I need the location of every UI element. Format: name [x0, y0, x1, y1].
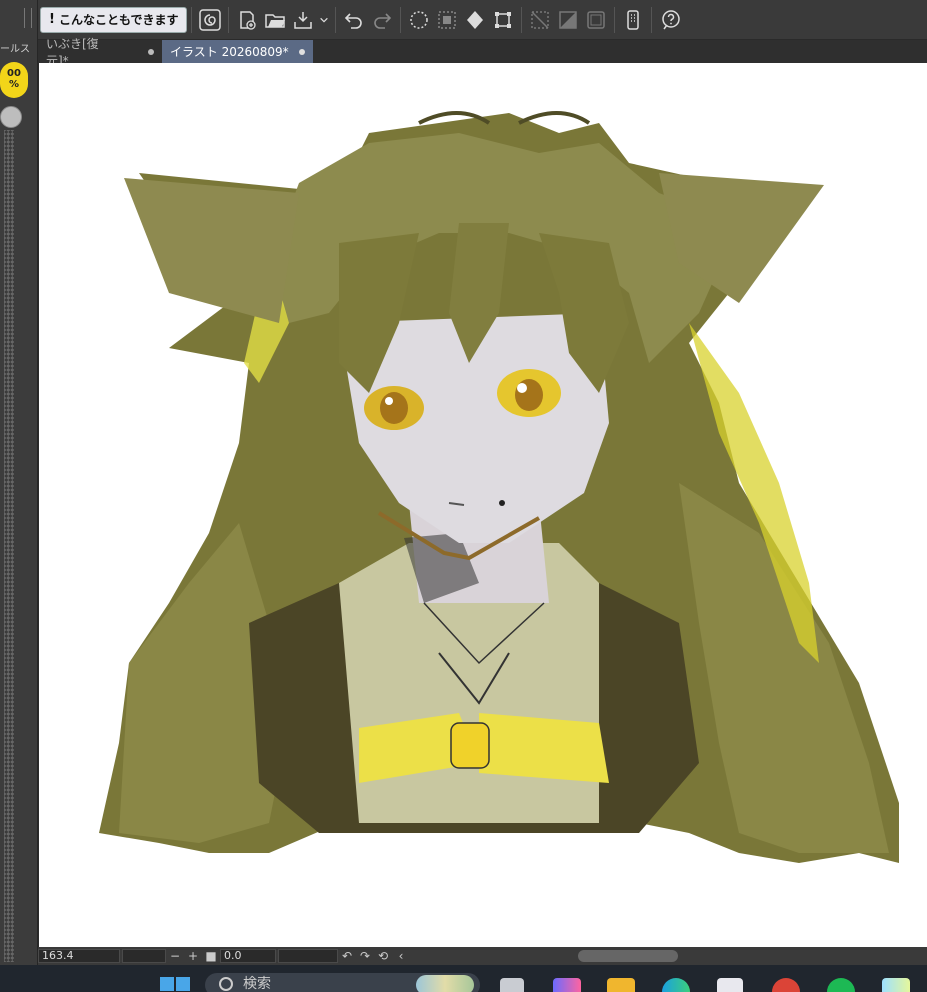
tab-illust-20260809[interactable]: イラスト 20260809* [162, 40, 313, 63]
selection-invert-icon[interactable] [433, 6, 461, 34]
transform-icon[interactable] [489, 6, 517, 34]
chrome-icon[interactable] [772, 978, 800, 992]
copilot-icon[interactable] [553, 978, 581, 992]
feature-hint-button[interactable]: ! こんなこともできます [40, 6, 188, 33]
character-illustration [99, 111, 899, 863]
zoom-out-button[interactable]: − [166, 949, 184, 963]
task-view-icon[interactable] [500, 978, 524, 992]
redo-icon[interactable] [368, 6, 396, 34]
rotation-slider[interactable] [278, 949, 338, 963]
spiral-logo-icon[interactable] [196, 6, 224, 34]
drawing-canvas[interactable] [39, 63, 927, 947]
rotation-angle-field[interactable]: 0.0 [220, 949, 276, 963]
save-icon[interactable] [289, 6, 317, 34]
fill-icon[interactable] [461, 6, 489, 34]
toolbar-divider [521, 6, 523, 33]
brush-size-value: 00 [7, 68, 21, 79]
fit-button[interactable]: ■ [202, 949, 220, 963]
exclamation-icon: ! [49, 12, 55, 27]
hide-selection-icon[interactable] [526, 6, 554, 34]
new-file-icon[interactable] [233, 6, 261, 34]
command-bar: ! こんなこともできます [38, 0, 927, 40]
tool-property-panel: ールス 00 % [0, 0, 38, 965]
tab-label: イラスト 20260809* [170, 45, 289, 59]
search-highlight-image [416, 975, 474, 992]
smartphone-icon[interactable] [619, 6, 647, 34]
brush-size-unit: % [8, 79, 20, 90]
selection-edge-icon[interactable] [554, 6, 582, 34]
horizontal-scrollbar[interactable] [578, 950, 678, 962]
opacity-slider-knob[interactable] [0, 106, 22, 128]
windows-start-icon[interactable] [160, 977, 190, 992]
tab-close-icon[interactable] [298, 48, 305, 55]
reset-rotation-button[interactable]: ⟲ [374, 949, 392, 963]
file-explorer-icon[interactable] [607, 978, 635, 992]
rotate-right-button[interactable]: ↷ [356, 949, 374, 963]
panel-grip-handle[interactable] [24, 8, 32, 28]
canvas-status-bar: 163.4 − + ■ 0.0 ↶ ↷ ⟲ ‹ [38, 947, 927, 965]
toolbar-divider [228, 6, 230, 33]
toolbar-divider [651, 6, 653, 33]
brush-size-indicator[interactable]: 00 % [0, 62, 28, 98]
help-icon[interactable] [656, 6, 684, 34]
undo-icon[interactable] [340, 6, 368, 34]
store-icon[interactable] [717, 978, 743, 992]
ruler-edit-icon[interactable] [582, 6, 610, 34]
chevron-down-icon[interactable] [317, 6, 331, 34]
panel-title: ールス [0, 44, 30, 55]
tab-ibuki[interactable]: いぶき[復元]* [38, 37, 162, 68]
spotify-icon[interactable] [827, 978, 855, 992]
zoom-slider[interactable] [122, 949, 166, 963]
feature-hint-label: こんなこともできます [58, 13, 179, 27]
zoom-value-field[interactable]: 163.4 [38, 949, 120, 963]
document-tab-bar: いぶき[復元]* イラスト 20260809* [38, 37, 927, 68]
collapse-arrow-icon[interactable]: ‹ [392, 949, 410, 963]
tab-close-icon[interactable] [148, 48, 154, 55]
toolbar-divider [335, 6, 337, 33]
zoom-in-button[interactable]: + [184, 949, 202, 963]
toolbar-divider [614, 6, 616, 33]
taskbar-search-box[interactable]: 検索 [205, 973, 480, 992]
edge-icon[interactable] [662, 978, 690, 992]
open-folder-icon[interactable] [261, 6, 289, 34]
photos-icon[interactable] [882, 978, 910, 992]
windows-taskbar: 検索 [0, 965, 927, 992]
toolbar-divider [400, 6, 402, 33]
selection-clear-icon[interactable] [405, 6, 433, 34]
opacity-slider-track[interactable] [4, 130, 14, 962]
search-icon [219, 977, 233, 991]
search-placeholder: 検索 [243, 976, 271, 992]
toolbar-divider [191, 6, 193, 33]
clip-studio-window: ールス 00 % ! こんなこともできます いぶき[復元]* イラスト 2026… [0, 0, 927, 992]
rotate-left-button[interactable]: ↶ [338, 949, 356, 963]
